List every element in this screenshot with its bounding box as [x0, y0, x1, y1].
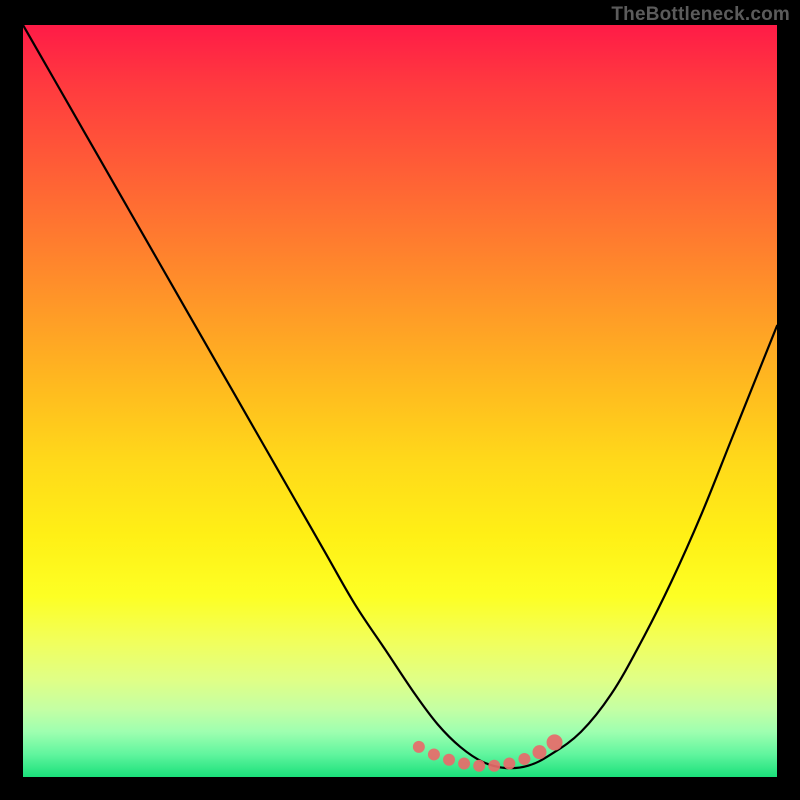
marker-dot [518, 753, 530, 765]
bottleneck-curve [23, 25, 777, 768]
marker-dot [428, 748, 440, 760]
marker-dot [503, 757, 515, 769]
marker-dot [473, 760, 485, 772]
marker-dot [532, 745, 546, 759]
marker-dot [547, 734, 563, 750]
marker-dot [488, 760, 500, 772]
plot-area [23, 25, 777, 777]
marker-dot [443, 754, 455, 766]
attribution-label: TheBottleneck.com [611, 4, 790, 26]
chart-svg [23, 25, 777, 777]
highlighted-range-markers [413, 734, 563, 771]
marker-dot [413, 741, 425, 753]
chart-frame: TheBottleneck.com [0, 0, 800, 800]
marker-dot [458, 757, 470, 769]
